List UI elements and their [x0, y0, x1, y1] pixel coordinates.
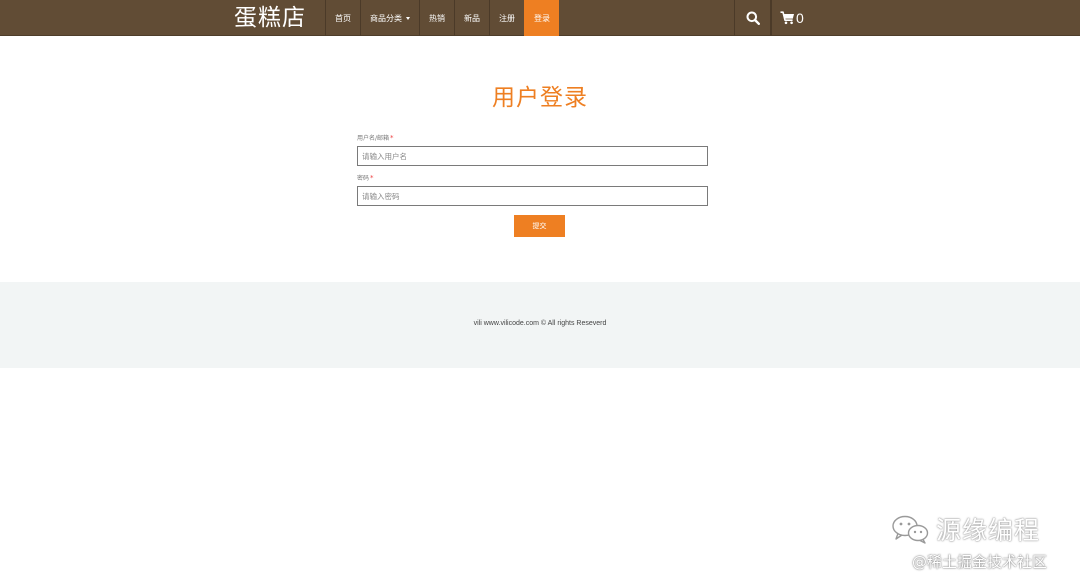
required-mark: *: [370, 174, 374, 182]
nav-item-label: 登录: [534, 13, 550, 23]
username-input[interactable]: [357, 146, 708, 166]
password-label: 密码*: [357, 173, 708, 183]
nav-item-label: 新品: [464, 13, 480, 23]
nav-item-home[interactable]: 首页: [325, 0, 360, 36]
nav-item-hot[interactable]: 热销: [419, 0, 454, 36]
wechat-icon: [892, 515, 929, 544]
search-button[interactable]: [734, 0, 771, 36]
nav-item-label: 热销: [429, 13, 445, 23]
username-label-text: 用户名/邮箱: [357, 135, 390, 142]
password-input[interactable]: [357, 186, 708, 206]
nav-item-categories[interactable]: 商品分类: [360, 0, 419, 36]
watermark: 源缘编程: [890, 510, 1040, 548]
nav-item-login[interactable]: 登录: [524, 0, 559, 36]
password-label-text: 密码: [357, 175, 370, 182]
footer: vili www.vilicode.com © All rights Resev…: [0, 282, 1080, 368]
watermark-main-text: 源缘编程: [936, 516, 1041, 545]
nav-item-new[interactable]: 新品: [454, 0, 489, 36]
nav-tools: 0: [734, 0, 810, 36]
watermark-sub-text: @稀土掘金技术社区: [912, 553, 1048, 571]
nav-item-label: 注册: [499, 13, 515, 23]
cart-button[interactable]: 0: [771, 0, 810, 36]
nav-item-label: 商品分类: [370, 13, 402, 23]
top-navbar: 蛋糕店 首页 商品分类 热销 新品 注册 登录 0: [0, 0, 1080, 36]
nav-item-register[interactable]: 注册: [489, 0, 524, 36]
main-nav: 首页 商品分类 热销 新品 注册 登录: [325, 0, 559, 36]
cart-count: 0: [796, 10, 804, 26]
search-icon: [746, 11, 760, 25]
username-label: 用户名/邮箱*: [357, 133, 708, 143]
brand-logo[interactable]: 蛋糕店: [234, 4, 306, 32]
page-title: 用户登录: [492, 85, 588, 111]
login-form: 用户名/邮箱* 密码*: [357, 133, 708, 206]
cart-icon: [780, 11, 794, 25]
nav-item-label: 首页: [335, 13, 351, 23]
caret-down-icon: [406, 16, 410, 20]
footer-copyright: vili www.vilicode.com © All rights Resev…: [473, 320, 607, 327]
submit-button[interactable]: 提交: [514, 215, 565, 237]
required-mark: *: [390, 134, 394, 142]
